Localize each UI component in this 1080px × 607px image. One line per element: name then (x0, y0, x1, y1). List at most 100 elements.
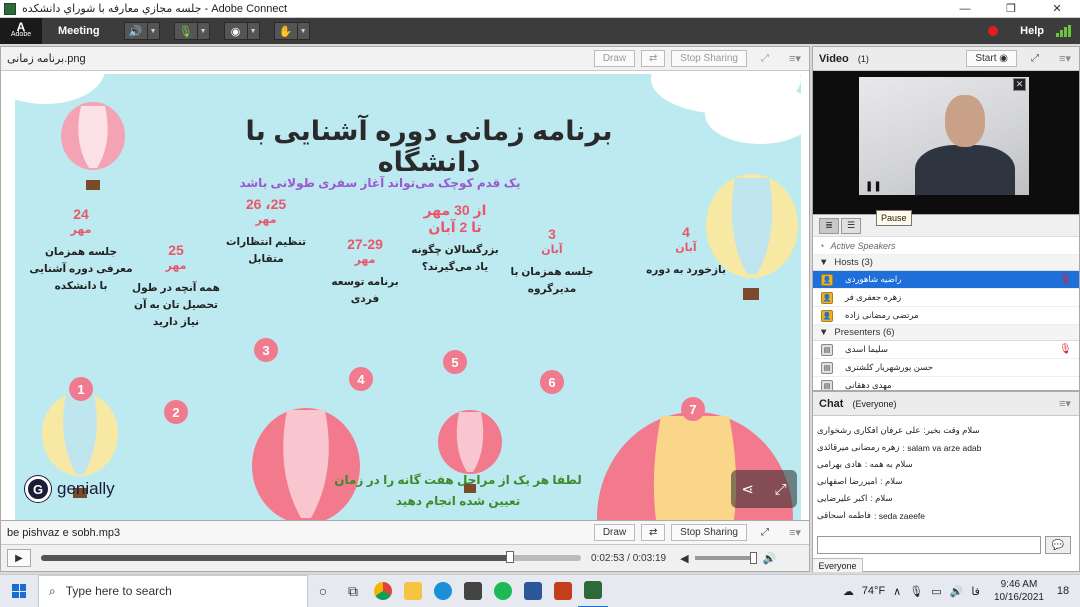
raise-hand-icon[interactable]: ✋ (273, 22, 298, 40)
chat-message: علی عرفان افکاری رشخواری :سلام وقت بخیر (817, 422, 1075, 439)
stop-sharing-button[interactable]: Stop Sharing (671, 50, 747, 67)
step-number-badge: 4 (349, 367, 373, 391)
step-number-badge: 6 (540, 370, 564, 394)
step-desc: متقابل (248, 253, 284, 265)
chat-label: Chat (819, 397, 844, 410)
chat-sender: اکبر علیرضایی (817, 493, 868, 503)
pod-menu-icon[interactable]: ≡▾ (787, 52, 803, 65)
language-indicator[interactable]: فا (971, 585, 980, 598)
attendee-toolbar: ≣ ☰ (813, 215, 1079, 237)
pause-tooltip: Pause (876, 210, 912, 226)
share-pod-title: برنامه زمانی.png (7, 53, 86, 65)
attendee-name: راضیه شاهوردی (845, 274, 902, 284)
chat-text: : salam va arze adab (902, 442, 982, 453)
adobe-mark: A (16, 20, 26, 34)
taskbar-search[interactable]: ⌕ Type here to search (38, 574, 308, 607)
sync-icon[interactable]: ⇄ (641, 524, 666, 541)
presenters-group[interactable]: ▼ Presenters (6) (813, 325, 1079, 341)
seek-handle[interactable] (506, 551, 515, 563)
microphone-muted-icon[interactable]: 🎙 (173, 22, 198, 40)
pod-menu-icon[interactable]: ≡▾ (1057, 397, 1073, 410)
raise-hand-dropdown[interactable]: ▼ (297, 22, 310, 40)
presenters-label: Presenters (6) (834, 327, 895, 338)
search-icon: ⌕ (49, 583, 56, 598)
maximize-button[interactable]: ❐ (988, 0, 1034, 18)
pause-icon[interactable]: ❚❚ (865, 181, 882, 192)
volume-high-icon[interactable]: 🔊 (763, 552, 777, 565)
volume-handle[interactable] (749, 552, 757, 564)
seek-bar[interactable] (41, 551, 581, 563)
weather-temp[interactable]: 74°F (862, 585, 885, 597)
help-menu[interactable]: Help (1020, 25, 1044, 37)
speaker-icon[interactable]: 🔊 (123, 22, 148, 40)
cortana-icon[interactable]: ○ (308, 575, 338, 607)
genially-wordmark: genially (57, 479, 115, 498)
pod-menu-icon[interactable]: ≡▾ (1057, 52, 1073, 65)
chat-message: فاطمه اسحاقی : seda zaeefe (817, 507, 1075, 524)
volume-low-icon[interactable]: ◀ (680, 552, 688, 565)
weather-icon[interactable]: ☁ (843, 585, 854, 598)
stop-sharing-button[interactable]: Stop Sharing (671, 524, 747, 541)
file-explorer-icon[interactable] (398, 575, 428, 607)
word-icon[interactable] (518, 575, 548, 607)
collapse-icon[interactable]: ▼ (819, 327, 828, 338)
taskbar-clock[interactable]: 9:46 AM 10/16/2021 (994, 578, 1044, 604)
chrome-icon[interactable] (368, 575, 398, 607)
webcam-dropdown[interactable]: ▼ (247, 22, 260, 40)
attendee-row[interactable]: ▤ مهدی دهقانی (813, 377, 1079, 390)
fullscreen-icon[interactable]: ⤢ (1023, 50, 1047, 67)
close-button[interactable]: ✕ (1034, 0, 1080, 18)
recording-indicator-icon[interactable] (988, 26, 999, 36)
fullscreen-icon[interactable]: ⤢ (753, 524, 777, 541)
minimize-button[interactable]: — (942, 0, 988, 18)
attendee-row[interactable]: 👤 مرتضی رمضانی زاده (813, 307, 1079, 325)
network-icon[interactable]: ▭ (931, 585, 941, 598)
notifications-icon[interactable]: 18 (1052, 580, 1074, 602)
attendee-row[interactable]: 👤 راضیه شاهوردی 🎙 (813, 271, 1079, 289)
pod-menu-icon[interactable]: ≡▾ (787, 526, 803, 539)
powerpoint-icon[interactable] (548, 575, 578, 607)
audio-player: ▶ 0:02:53 / 0:03:19 ◀ 🔊 (1, 545, 809, 571)
adobe-connect-icon[interactable] (578, 575, 608, 607)
tray-expand-icon[interactable]: ∧ (893, 585, 901, 598)
hosts-group[interactable]: ▼ Hosts (3) (813, 255, 1079, 271)
send-message-icon[interactable]: 💬 (1045, 536, 1071, 554)
sync-icon[interactable]: ⇄ (641, 50, 666, 67)
webcam-icon[interactable]: ◉ (223, 22, 248, 40)
attendee-row[interactable]: ▤ حسن پورشهریار کلشتری (813, 359, 1079, 377)
collapse-icon[interactable]: ▼ (819, 257, 828, 268)
fullscreen-icon[interactable]: ⤢ (753, 50, 777, 67)
status-view-icon[interactable]: ☰ (841, 217, 861, 234)
expand-icon[interactable]: ⤢ (775, 481, 787, 498)
speaker-face (945, 95, 985, 147)
speaker-dropdown[interactable]: ▼ (147, 22, 160, 40)
adobe-logo-text: Adobe (10, 31, 32, 38)
start-webcam-button[interactable]: Start ◉ (966, 50, 1017, 67)
close-video-icon[interactable]: ✕ (1013, 78, 1026, 91)
microphone-tray-icon[interactable]: 🎙 (909, 585, 923, 598)
attendee-row[interactable]: ▤ سلیما اسدی 🎙 (813, 341, 1079, 359)
volume-slider[interactable] (694, 552, 757, 564)
chat-tab-everyone[interactable]: Everyone (813, 558, 863, 572)
attendee-row[interactable]: 👤 زهره جعفری فر (813, 289, 1079, 307)
share-icon[interactable]: ⋖ (741, 480, 754, 498)
store-icon[interactable] (458, 575, 488, 607)
meeting-menu[interactable]: Meeting (58, 25, 100, 37)
draw-button[interactable]: Draw (593, 524, 636, 541)
webcam-feed[interactable]: ❚❚ (859, 77, 1029, 195)
task-view-icon[interactable]: ⧉ (338, 575, 368, 607)
start-button[interactable] (0, 575, 38, 607)
slide-controls: ⋖ ⤢ (731, 470, 797, 508)
list-view-icon[interactable]: ≣ (819, 217, 839, 234)
play-icon[interactable]: ▶ (7, 549, 31, 567)
chat-sender: زهره رمضانی میرقائدی (817, 442, 900, 452)
cloud-decoration (15, 74, 105, 104)
video-area: ❚❚ ✕ (813, 71, 1079, 214)
genially-brand: G genially (25, 476, 115, 502)
chat-input[interactable] (817, 536, 1041, 554)
volume-tray-icon[interactable]: 🔊 (950, 585, 964, 598)
spotify-icon[interactable] (488, 575, 518, 607)
microphone-dropdown[interactable]: ▼ (197, 22, 210, 40)
edge-icon[interactable] (428, 575, 458, 607)
draw-button[interactable]: Draw (593, 50, 636, 67)
